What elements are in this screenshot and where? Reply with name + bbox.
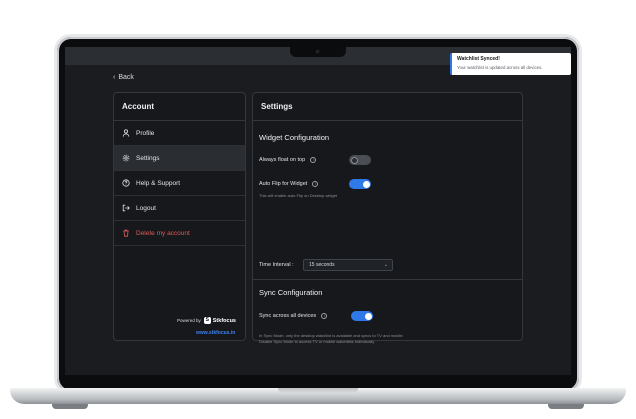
- sidebar-item-logout[interactable]: Logout: [114, 196, 245, 221]
- info-icon[interactable]: i: [312, 181, 319, 187]
- toggle-knob: [364, 312, 372, 320]
- auto-flip-toggle[interactable]: [349, 179, 371, 189]
- info-icon[interactable]: i: [310, 157, 317, 163]
- sidebar-item-label: Logout: [136, 204, 156, 212]
- trash-icon: [123, 229, 129, 237]
- sidebar-item-label: Delete my account: [136, 229, 190, 237]
- back-label: Back: [118, 74, 134, 81]
- sidebar-item-label: Profile: [136, 129, 155, 137]
- sync-hint: In Sync Mode, only the desktop watchlist…: [259, 333, 509, 344]
- app-screen: ‹ Back Account Profile Settings Help & S…: [65, 47, 571, 375]
- always-on-top-row: Always float on top i: [259, 157, 317, 163]
- toast-message: Your watchlist is updated across all dev…: [457, 65, 543, 70]
- brand-mark-icon: S: [203, 317, 211, 324]
- sync-all-row: Sync across all devices i: [259, 313, 328, 319]
- auto-flip-hint: This will enable auto-Flip on Desktop wi…: [259, 193, 338, 198]
- time-interval-select[interactable]: 15 seconds ⌄: [303, 259, 393, 271]
- gear-icon: [122, 154, 130, 162]
- camera-notch: [290, 47, 346, 57]
- section-divider: [253, 279, 522, 280]
- sync-hint-line2: Disable Sync Mode to access TV or mobile…: [259, 338, 375, 344]
- widget-configuration-title: Widget Configuration: [259, 133, 330, 142]
- toggle-knob: [362, 180, 370, 188]
- powered-by-label: Powered by: [177, 318, 201, 323]
- time-interval-value: 15 seconds: [309, 262, 335, 268]
- powered-by: Powered by S Stkfocus: [177, 317, 236, 324]
- sync-all-label: Sync across all devices: [259, 313, 317, 319]
- sidebar-item-label: Settings: [136, 154, 160, 162]
- logout-icon: [122, 204, 130, 212]
- settings-title: Settings: [253, 93, 522, 121]
- user-icon: [122, 129, 130, 137]
- website-link[interactable]: www.stkfocus.in: [196, 330, 235, 336]
- sidebar-item-label: Help & Support: [136, 179, 181, 187]
- auto-flip-label: Auto Flip for Widget: [259, 181, 308, 187]
- chevron-left-icon: ‹: [113, 74, 116, 81]
- laptop-foot-right: [548, 404, 584, 409]
- always-on-top-toggle[interactable]: [349, 155, 371, 165]
- sidebar-title: Account: [114, 93, 245, 121]
- chevron-down-icon: ⌄: [383, 262, 388, 268]
- laptop-base-notch: [278, 388, 358, 393]
- sidebar-item-help[interactable]: Help & Support: [114, 171, 245, 196]
- time-interval-label: Time Interval :: [259, 262, 294, 268]
- sync-configuration-title: Sync Configuration: [259, 288, 323, 297]
- info-icon[interactable]: i: [321, 313, 328, 319]
- camera-icon: [315, 49, 320, 54]
- sync-toast[interactable]: Watchlist Synced! Your watchlist is upda…: [450, 53, 571, 75]
- laptop-base: [10, 388, 626, 404]
- brand-logo: S Stkfocus: [203, 317, 236, 324]
- settings-panel: Settings Widget Configuration Always flo…: [252, 92, 523, 344]
- toggle-knob: [350, 156, 358, 164]
- sync-all-toggle[interactable]: [351, 311, 373, 321]
- account-sidebar: Account Profile Settings Help & Support …: [113, 92, 246, 341]
- sidebar-item-settings[interactable]: Settings: [114, 146, 245, 171]
- sidebar-item-delete-account[interactable]: Delete my account: [114, 221, 245, 246]
- toast-title: Watchlist Synced!: [457, 56, 500, 62]
- laptop-foot-left: [52, 404, 88, 409]
- question-icon: [122, 179, 130, 187]
- sidebar-item-profile[interactable]: Profile: [114, 121, 245, 146]
- brand-name: Stkfocus: [212, 317, 236, 324]
- auto-flip-row: Auto Flip for Widget i: [259, 181, 319, 187]
- always-on-top-label: Always float on top: [259, 157, 306, 163]
- back-link[interactable]: ‹ Back: [113, 74, 134, 81]
